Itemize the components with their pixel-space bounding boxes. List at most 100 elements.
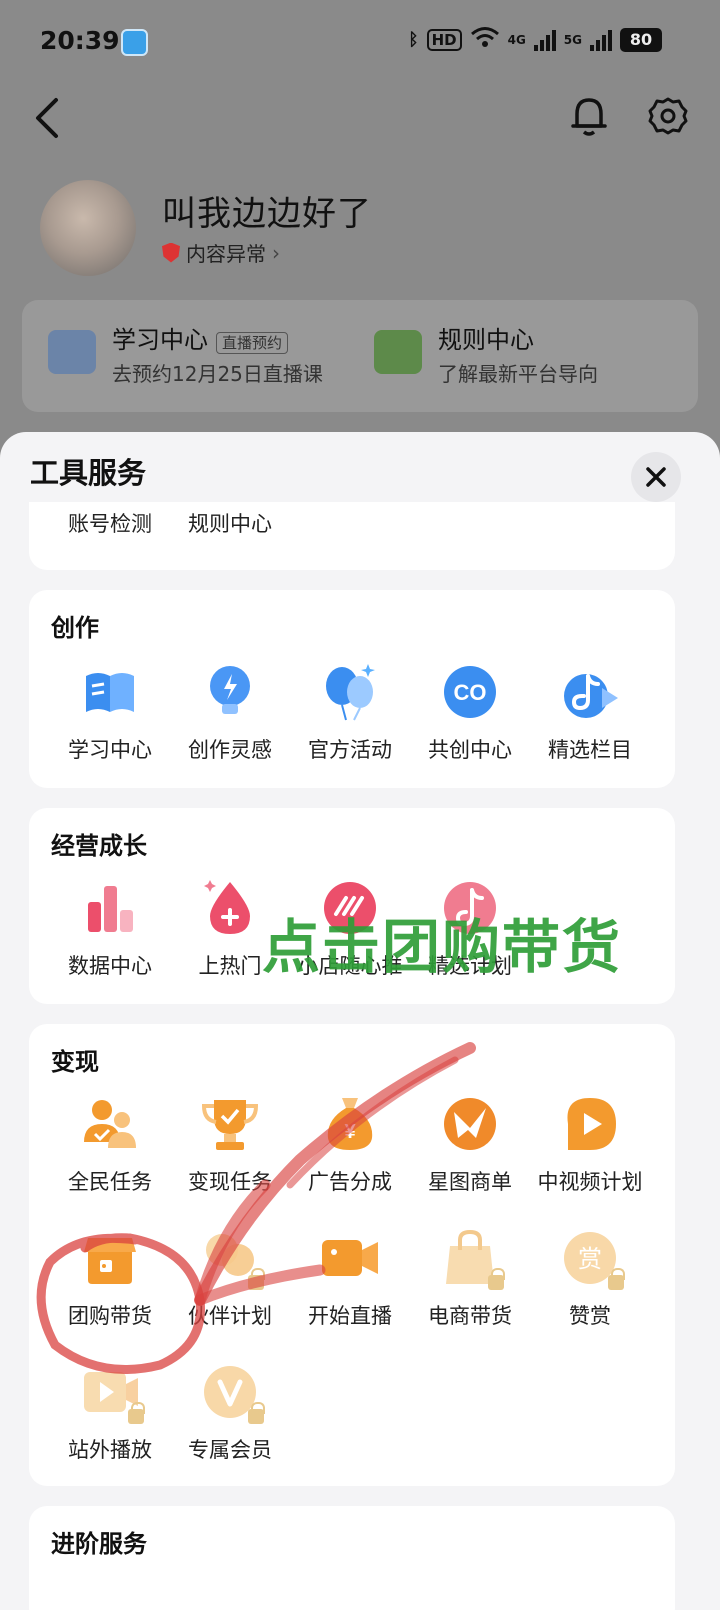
section-title: 进阶服务 bbox=[51, 1530, 147, 1558]
account-status-label: 内容异常 bbox=[186, 242, 266, 266]
status-bar: 20:39 ᛒ HD 4G 5G 80 bbox=[0, 0, 720, 86]
learning-center-title: 学习中心 直播预约 bbox=[112, 320, 289, 355]
lock-icon bbox=[248, 1402, 265, 1424]
account-status[interactable]: 内容异常 › bbox=[162, 238, 280, 267]
play-icon bbox=[560, 1094, 620, 1154]
battery-indicator: 80 bbox=[620, 27, 662, 52]
bell-icon[interactable] bbox=[569, 94, 609, 142]
section-title: 变现 bbox=[51, 1048, 99, 1076]
signal-icon bbox=[590, 29, 612, 51]
grid-item-co-creation-center[interactable]: CO 共创中心 bbox=[410, 662, 530, 764]
live-booking-tag: 直播预约 bbox=[216, 332, 289, 354]
sheet-title: 工具服务 bbox=[30, 456, 147, 490]
profile-name: 叫我边边好了 bbox=[162, 194, 372, 234]
grid-item-label: 广告分成 bbox=[308, 1170, 392, 1194]
chevron-right-icon: › bbox=[272, 240, 280, 265]
grid-item-ad-revenue-share[interactable]: ¥ 广告分成 bbox=[290, 1094, 410, 1196]
grid-item-label: 团购带货 bbox=[68, 1304, 152, 1328]
rules-book-icon bbox=[374, 330, 422, 374]
shop-icon bbox=[80, 1228, 140, 1288]
grid-item-label: 精选栏目 bbox=[548, 738, 632, 762]
network-4g-label: 4G bbox=[507, 32, 526, 47]
grid-item-all-people-tasks[interactable]: 全民任务 bbox=[50, 1094, 170, 1196]
gear-icon[interactable] bbox=[648, 94, 688, 142]
top-nav bbox=[0, 90, 720, 150]
book-icon bbox=[48, 330, 96, 374]
money-bag-icon: ¥ bbox=[320, 1094, 380, 1154]
grid-item-label: 电商带货 bbox=[428, 1304, 512, 1328]
section-title: 创作 bbox=[51, 614, 99, 642]
reward-icon: 赏 bbox=[560, 1228, 625, 1290]
music-note-icon bbox=[560, 662, 620, 722]
background-page: 20:39 ᛒ HD 4G 5G 80 叫我边边好了 内容异常 › 学习中心 直… bbox=[0, 0, 720, 460]
section-title: 经营成长 bbox=[51, 832, 147, 860]
grid-item-label: 变现任务 bbox=[188, 1170, 272, 1194]
flame-drop-icon bbox=[200, 878, 260, 938]
lightbulb-icon bbox=[200, 662, 260, 722]
grid-item-label: 共创中心 bbox=[428, 738, 512, 762]
grid-item-learning-center[interactable]: 学习中心 bbox=[50, 662, 170, 764]
network-5g-label: 5G bbox=[563, 32, 582, 47]
book-icon bbox=[80, 662, 140, 722]
learning-center-subtitle: 去预约12月25日直播课 bbox=[112, 362, 323, 386]
grid-item-monetize-tasks[interactable]: 变现任务 bbox=[170, 1094, 290, 1196]
wifi-icon bbox=[470, 26, 500, 53]
grid-item-ecommerce-sales[interactable]: 电商带货 bbox=[410, 1228, 530, 1330]
section-monetization: 变现 全民任务 变现任务 ¥ 广告分成 星图商单 中视频计划 团购带货 伙伴计划… bbox=[29, 1024, 675, 1486]
lock-icon bbox=[608, 1268, 625, 1290]
back-arrow-icon[interactable] bbox=[32, 96, 62, 144]
grid-item-label: 数据中心 bbox=[68, 954, 152, 978]
grid-item-official-events[interactable]: 官方活动 bbox=[290, 662, 410, 764]
signal-icon bbox=[533, 29, 556, 51]
co-icon: CO bbox=[440, 662, 500, 722]
grid-item-start-live[interactable]: 开始直播 bbox=[290, 1228, 410, 1330]
close-button[interactable] bbox=[631, 452, 681, 502]
shield-icon bbox=[162, 242, 180, 263]
grid-item-label: 全民任务 bbox=[68, 1170, 152, 1194]
grid-item-featured-columns[interactable]: 精选栏目 bbox=[530, 662, 650, 764]
rules-center-subtitle: 了解最新平台导向 bbox=[438, 362, 598, 386]
grid-item-label: 中视频计划 bbox=[537, 1170, 643, 1194]
annotation-text: 点击团购带货 bbox=[262, 913, 623, 981]
grid-item-label: 创作灵感 bbox=[188, 738, 272, 762]
balloon-icon bbox=[320, 662, 380, 722]
grid-item-creative-inspiration[interactable]: 创作灵感 bbox=[170, 662, 290, 764]
svg-text:赏: 赏 bbox=[578, 1245, 602, 1273]
section-advanced-services: 进阶服务 bbox=[29, 1506, 675, 1610]
avatar[interactable] bbox=[40, 180, 136, 276]
background-shortcut-cards: 学习中心 直播预约 去预约12月25日直播课 规则中心 了解最新平台导向 bbox=[22, 300, 698, 412]
star-map-icon bbox=[440, 1094, 500, 1154]
grid-item-star-map-orders[interactable]: 星图商单 bbox=[410, 1094, 530, 1196]
rules-center-card[interactable]: 规则中心 了解最新平台导向 bbox=[374, 320, 674, 400]
account-tools-card: 账号检测 规则中心 bbox=[29, 502, 675, 570]
camera-icon bbox=[320, 1228, 380, 1288]
people-icon bbox=[80, 1094, 140, 1154]
hd-badge: HD bbox=[426, 28, 462, 51]
grid-item-reward[interactable]: 赏 赞赏 bbox=[530, 1228, 650, 1330]
close-icon bbox=[646, 467, 666, 487]
grid-item-exclusive-membership[interactable]: 专属会员 bbox=[170, 1362, 290, 1464]
grid-item-label: 专属会员 bbox=[188, 1438, 272, 1462]
external-play-icon bbox=[80, 1362, 145, 1424]
grid-item-mid-video-plan[interactable]: 中视频计划 bbox=[530, 1094, 650, 1196]
grid-item-group-buying[interactable]: 团购带货 bbox=[50, 1228, 170, 1330]
grid-item-label: 赞赏 bbox=[569, 1304, 611, 1328]
rules-center-item[interactable]: 规则中心 bbox=[188, 508, 272, 538]
bluetooth-icon: ᛒ bbox=[408, 29, 419, 50]
grid-item-partner-plan[interactable]: 伙伴计划 bbox=[170, 1228, 290, 1330]
profile-header: 叫我边边好了 内容异常 › bbox=[38, 178, 638, 278]
grid-item-external-play[interactable]: 站外播放 bbox=[50, 1362, 170, 1464]
status-time: 20:39 bbox=[40, 26, 120, 55]
bar-chart-icon bbox=[80, 878, 140, 938]
grid-item-label: 伙伴计划 bbox=[188, 1304, 272, 1328]
account-check-item[interactable]: 账号检测 bbox=[68, 508, 152, 538]
vip-icon bbox=[200, 1362, 265, 1424]
grid-item-label: 学习中心 bbox=[68, 738, 152, 762]
svg-text:¥: ¥ bbox=[344, 1121, 356, 1143]
grid-item-data-center[interactable]: 数据中心 bbox=[50, 878, 170, 980]
learning-center-card[interactable]: 学习中心 直播预约 去预约12月25日直播课 bbox=[48, 320, 348, 400]
grid-item-label: 官方活动 bbox=[308, 738, 392, 762]
lock-icon bbox=[248, 1268, 265, 1290]
shopping-bag-icon bbox=[440, 1228, 505, 1290]
trophy-icon bbox=[200, 1094, 260, 1154]
